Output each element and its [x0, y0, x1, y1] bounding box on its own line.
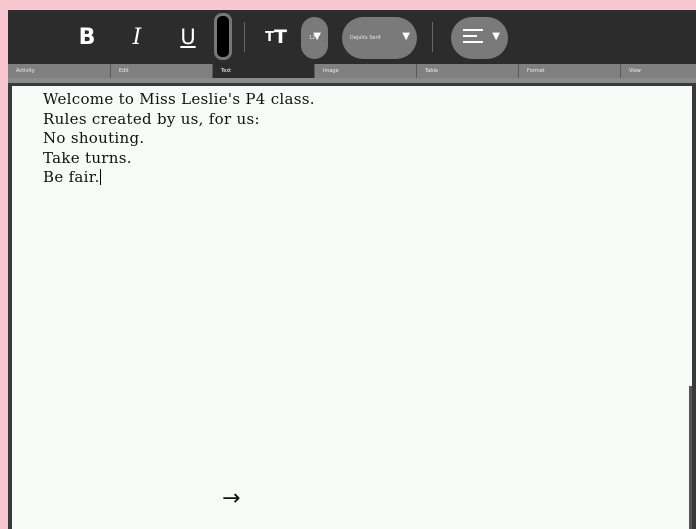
activity-tab-bar: Activity Edit Text Image Table Format Vi…	[8, 64, 696, 78]
bold-button[interactable]: B	[76, 22, 98, 52]
tab-image[interactable]: Image	[314, 64, 416, 78]
tab-view[interactable]: View	[620, 64, 696, 78]
tab-format[interactable]: Format	[518, 64, 620, 78]
tab-table[interactable]: Table	[416, 64, 518, 78]
tab-edit[interactable]: Edit	[110, 64, 212, 78]
italic-button[interactable]: I	[126, 22, 148, 52]
chevron-down-icon: ▼	[313, 31, 321, 42]
tab-text[interactable]: Text	[212, 64, 314, 78]
tab-activity[interactable]: Activity	[8, 64, 110, 78]
text-toolbar: B I U TT 12 ▼ DejaVu Serif ▼ ▼	[8, 10, 696, 64]
document-canvas[interactable]: Welcome to Miss Leslie's P4 class. Rules…	[12, 86, 692, 529]
chevron-down-icon: ▼	[492, 31, 500, 42]
text-size-icon[interactable]: TT	[261, 22, 291, 52]
chevron-down-icon: ▼	[402, 31, 410, 42]
arrow-right-icon: →	[222, 486, 241, 511]
document-line: Rules created by us, for us:	[43, 109, 260, 128]
document-text[interactable]: Welcome to Miss Leslie's P4 class. Rules…	[43, 90, 315, 188]
text-color-button[interactable]	[214, 13, 232, 60]
vertical-scrollbar[interactable]	[689, 386, 692, 529]
underline-button[interactable]: U	[176, 22, 200, 52]
toolbar-separator	[244, 22, 245, 52]
align-left-icon	[463, 29, 483, 47]
toolbar-divider	[8, 78, 696, 83]
document-line: No shouting.	[43, 129, 145, 147]
document-line: Welcome to Miss Leslie's P4 class.	[43, 90, 315, 108]
alignment-select[interactable]: ▼	[451, 17, 508, 59]
font-size-select[interactable]: 12 ▼	[301, 17, 328, 59]
font-family-value: DejaVu Serif	[350, 35, 381, 41]
text-caret	[99, 169, 101, 185]
font-family-select[interactable]: DejaVu Serif ▼	[342, 17, 417, 59]
document-line: Be fair.	[43, 168, 100, 186]
toolbar-separator	[432, 22, 433, 52]
document-line: Take turns.	[43, 148, 132, 167]
document-line-with-caret: Be fair.	[43, 168, 315, 188]
write-activity-window: B I U TT 12 ▼ DejaVu Serif ▼ ▼ Activity …	[8, 10, 696, 529]
